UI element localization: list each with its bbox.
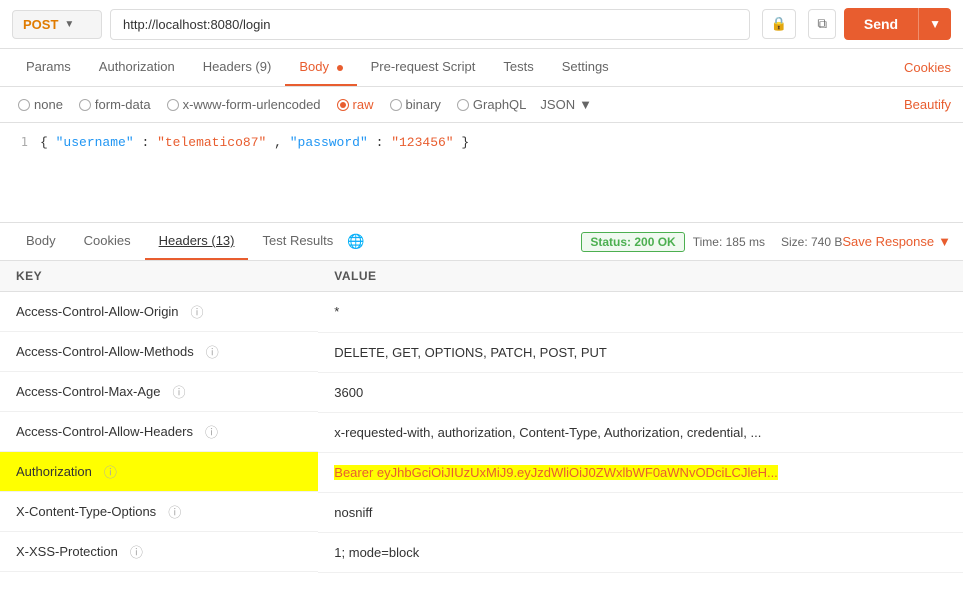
radio-urlencoded — [167, 99, 179, 111]
info-icon[interactable]: ⓘ — [205, 422, 218, 441]
lock-icon[interactable]: 🔒 — [762, 9, 797, 39]
radio-form-data — [79, 99, 91, 111]
table-row: AuthorizationⓘBearer eyJhbGciOiJIUzUxMiJ… — [0, 452, 963, 492]
line-number: 1 — [8, 135, 28, 150]
save-chevron-icon: ▼ — [938, 234, 951, 249]
body-option-raw[interactable]: raw — [331, 95, 380, 114]
method-label: POST — [23, 17, 58, 32]
body-dot-indicator — [337, 65, 343, 71]
tab-settings[interactable]: Settings — [548, 49, 623, 86]
resp-tab-cookies[interactable]: Cookies — [70, 223, 145, 260]
resp-tab-headers[interactable]: Headers (13) — [145, 223, 249, 260]
table-row: X-XSS-Protectionⓘ1; mode=block — [0, 532, 963, 572]
tab-params[interactable]: Params — [12, 49, 85, 86]
header-value-cell: x-requested-with, authorization, Content… — [318, 412, 963, 452]
header-value-cell: 1; mode=block — [318, 532, 963, 572]
body-option-binary[interactable]: binary — [384, 95, 447, 114]
header-key-cell: X-XSS-Protectionⓘ — [0, 532, 318, 572]
json-chevron-icon: ▼ — [579, 97, 592, 112]
copy-icon[interactable]: ⧉ — [808, 9, 836, 39]
response-size: Size: 740 B — [781, 235, 842, 249]
resp-tab-test-results[interactable]: Test Results — [248, 223, 347, 260]
header-value-cell: 3600 — [318, 372, 963, 412]
method-chevron-icon: ▼ — [64, 19, 74, 30]
send-dropdown-button[interactable]: ▼ — [918, 8, 951, 40]
radio-binary — [390, 99, 402, 111]
method-selector[interactable]: POST ▼ — [12, 10, 102, 39]
radio-graphql — [457, 99, 469, 111]
header-key-cell: X-Content-Type-Optionsⓘ — [0, 492, 318, 532]
table-row: Access-Control-Allow-Headersⓘx-requested… — [0, 412, 963, 452]
header-value-cell: DELETE, GET, OPTIONS, PATCH, POST, PUT — [318, 332, 963, 372]
request-tabs: Params Authorization Headers (9) Body Pr… — [0, 49, 963, 87]
col-value-header: VALUE — [318, 261, 963, 292]
header-value-cell: Bearer eyJhbGciOiJIUzUxMiJ9.eyJzdWliOiJ0… — [318, 452, 963, 492]
header-value-cell: * — [318, 292, 963, 333]
info-icon[interactable]: ⓘ — [130, 542, 143, 561]
tab-tests[interactable]: Tests — [489, 49, 547, 86]
code-content[interactable]: { "username" : "telematico87" , "passwor… — [40, 135, 469, 150]
tab-body[interactable]: Body — [285, 49, 356, 86]
header-key-cell: Access-Control-Allow-Headersⓘ — [0, 412, 318, 452]
response-tabs: Body Cookies Headers (13) Test Results 🌐… — [0, 223, 963, 261]
globe-icon[interactable]: 🌐 — [347, 233, 364, 250]
table-row: Access-Control-Max-Ageⓘ3600 — [0, 372, 963, 412]
info-icon[interactable]: ⓘ — [206, 342, 219, 361]
response-time: Time: 185 ms — [693, 235, 765, 249]
header-key-cell: Access-Control-Max-Ageⓘ — [0, 372, 318, 412]
beautify-button[interactable]: Beautify — [904, 97, 951, 112]
body-options-bar: none form-data x-www-form-urlencoded raw… — [0, 87, 963, 123]
tab-headers[interactable]: Headers (9) — [189, 49, 286, 86]
header-key-cell: Access-Control-Allow-Originⓘ — [0, 292, 318, 332]
table-row: Access-Control-Allow-MethodsⓘDELETE, GET… — [0, 332, 963, 372]
url-input[interactable] — [110, 9, 750, 40]
save-response-button[interactable]: Save Response ▼ — [842, 234, 951, 249]
resp-tab-body[interactable]: Body — [12, 223, 70, 260]
body-option-none[interactable]: none — [12, 95, 69, 114]
radio-none — [18, 99, 30, 111]
response-meta: Time: 185 ms Size: 740 B — [693, 235, 843, 249]
table-row: Access-Control-Allow-Originⓘ* — [0, 292, 963, 333]
body-option-form-data[interactable]: form-data — [73, 95, 157, 114]
table-row: X-Content-Type-Optionsⓘnosniff — [0, 492, 963, 532]
info-icon[interactable]: ⓘ — [173, 382, 186, 401]
header-value-cell: nosniff — [318, 492, 963, 532]
col-key-header: KEY — [0, 261, 318, 292]
headers-table-container: KEY VALUE Access-Control-Allow-Originⓘ*A… — [0, 261, 963, 573]
code-editor[interactable]: 1 { "username" : "telematico87" , "passw… — [0, 123, 963, 223]
send-button[interactable]: Send — [844, 8, 918, 40]
body-option-graphql[interactable]: GraphQL — [451, 95, 532, 114]
status-badge: Status: 200 OK — [581, 232, 684, 252]
tab-authorization[interactable]: Authorization — [85, 49, 189, 86]
tab-prerequest[interactable]: Pre-request Script — [357, 49, 490, 86]
json-format-select[interactable]: JSON ▼ — [536, 95, 596, 114]
header-key-cell: Access-Control-Allow-Methodsⓘ — [0, 332, 318, 372]
info-icon[interactable]: ⓘ — [191, 302, 204, 321]
cookies-link[interactable]: Cookies — [904, 60, 951, 75]
info-icon[interactable]: ⓘ — [104, 462, 117, 481]
header-key-cell: Authorizationⓘ — [0, 452, 318, 492]
body-option-urlencoded[interactable]: x-www-form-urlencoded — [161, 95, 327, 114]
radio-raw — [337, 99, 349, 111]
headers-table: KEY VALUE Access-Control-Allow-Originⓘ*A… — [0, 261, 963, 573]
response-section: Body Cookies Headers (13) Test Results 🌐… — [0, 223, 963, 573]
info-icon[interactable]: ⓘ — [168, 502, 181, 521]
